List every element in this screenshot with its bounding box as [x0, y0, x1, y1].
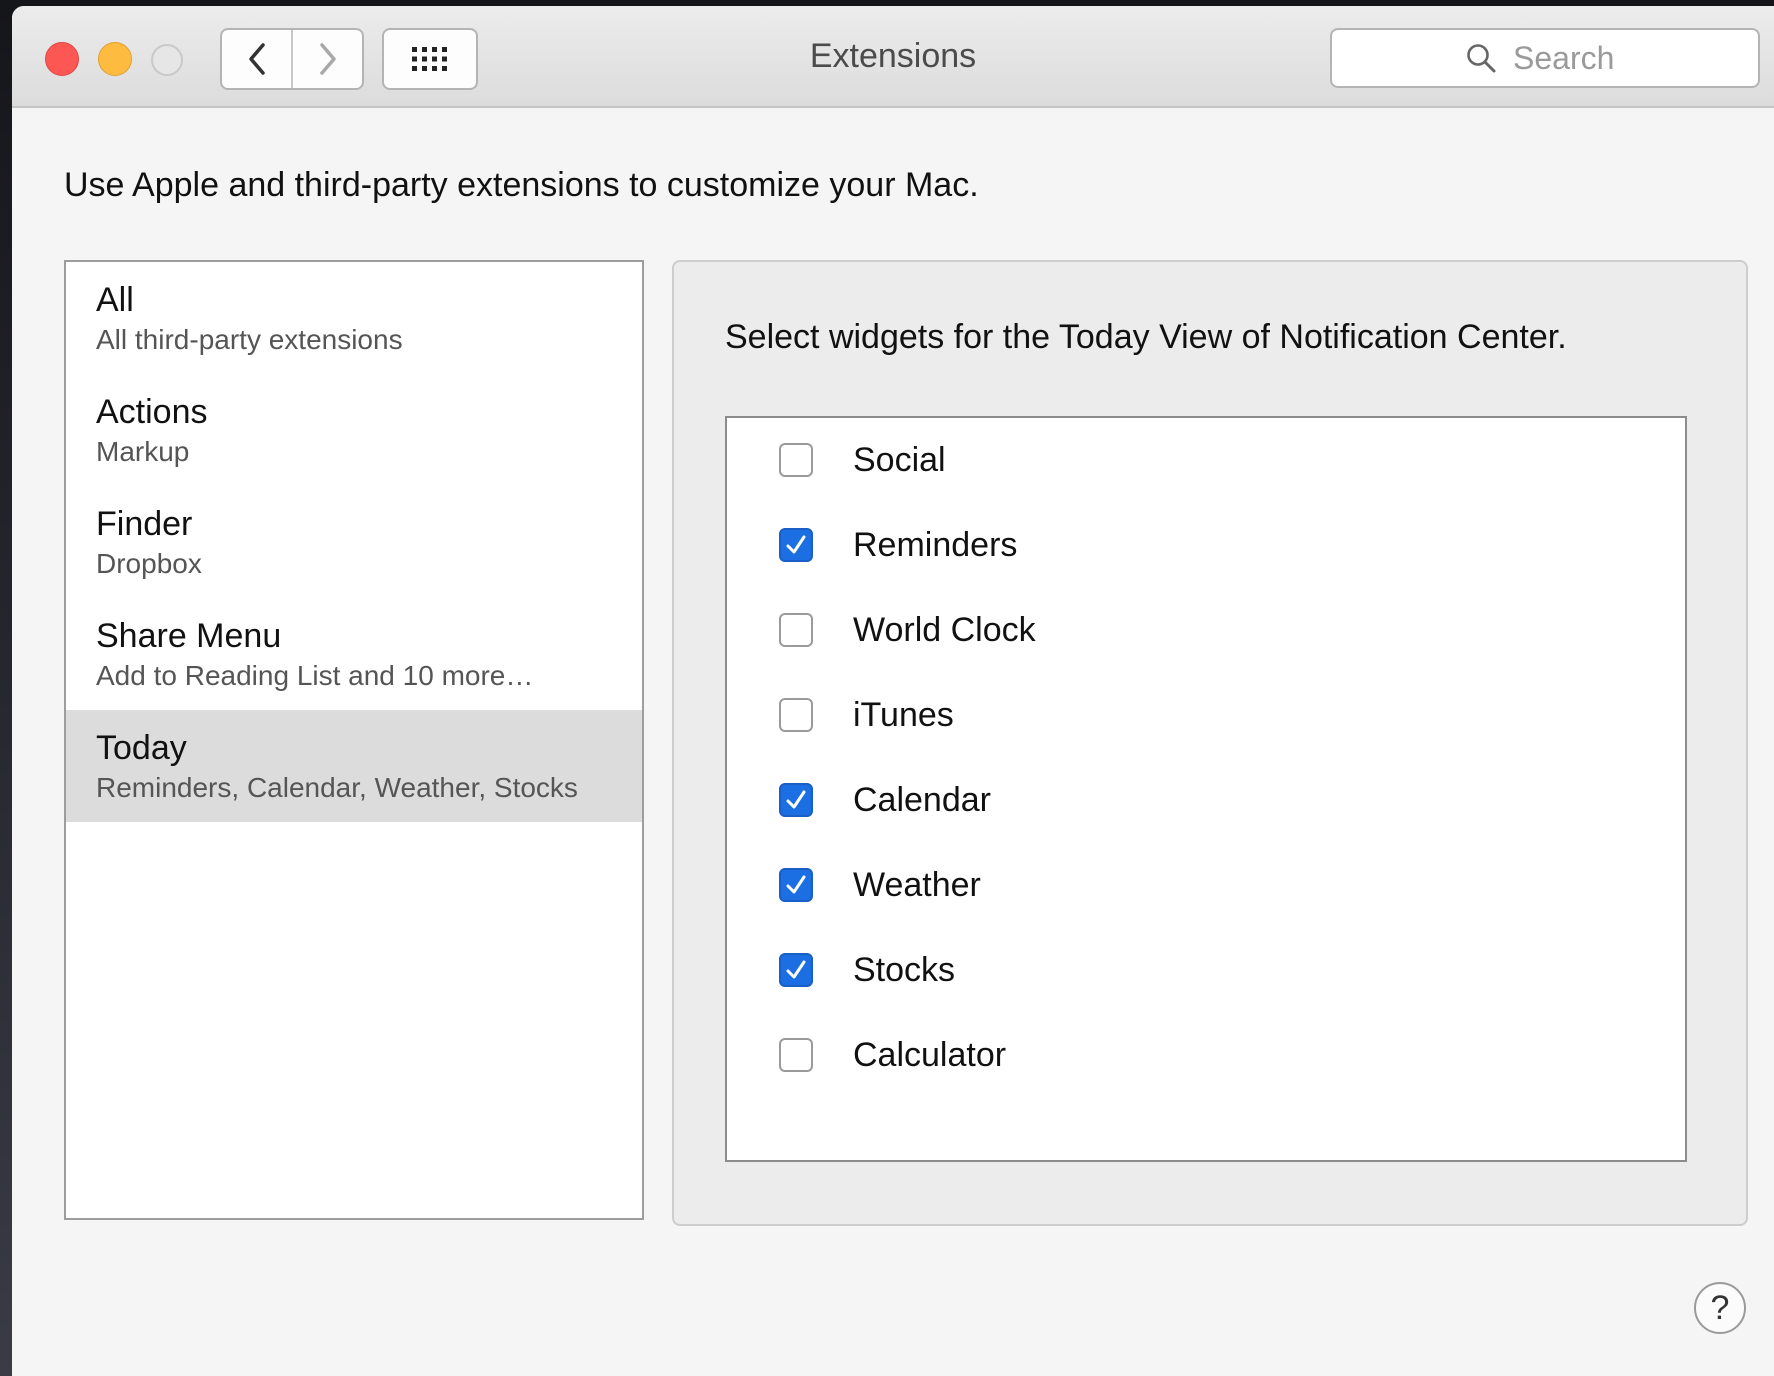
widget-checkbox[interactable]	[779, 953, 813, 987]
category-item-actions[interactable]: Actions Markup	[66, 374, 642, 486]
widget-label: Calculator	[853, 1035, 1007, 1074]
forward-button[interactable]	[291, 30, 362, 88]
close-window-button[interactable]	[45, 42, 79, 76]
widget-row-itunes[interactable]: iTunes	[779, 695, 954, 735]
widget-row-social[interactable]: Social	[779, 440, 946, 480]
category-subtitle: Markup	[96, 436, 190, 467]
widget-label: Weather	[853, 865, 981, 904]
extensions-window: Extensions Use Apple and third-party ext…	[12, 6, 1774, 1376]
widget-row-weather[interactable]: Weather	[779, 865, 981, 905]
widget-row-calculator[interactable]: Calculator	[779, 1035, 1006, 1075]
panel-heading: Select widgets for the Today View of Not…	[725, 318, 1567, 356]
show-all-grid-icon	[412, 47, 447, 71]
widget-checkbox[interactable]	[779, 528, 813, 562]
category-subtitle: Dropbox	[96, 548, 202, 579]
zoom-window-button[interactable]	[151, 44, 183, 76]
widget-row-stocks[interactable]: Stocks	[779, 950, 955, 990]
checkmark-icon	[786, 875, 806, 894]
navigation-buttons	[220, 28, 364, 90]
help-button[interactable]: ?	[1694, 1282, 1746, 1334]
widget-checkbox[interactable]	[779, 1038, 813, 1072]
category-title: All	[96, 281, 134, 319]
widget-label: Stocks	[853, 950, 956, 989]
widget-row-calendar[interactable]: Calendar	[779, 780, 991, 820]
widget-label: Reminders	[853, 525, 1018, 564]
category-item-all[interactable]: All All third-party extensions	[66, 262, 642, 374]
widget-checkbox[interactable]	[779, 443, 813, 477]
category-title: Actions	[96, 393, 208, 431]
widget-checkbox[interactable]	[779, 783, 813, 817]
title-bar: Extensions	[12, 6, 1774, 108]
search-field[interactable]	[1330, 28, 1760, 88]
search-icon	[1467, 44, 1496, 73]
widget-checkbox[interactable]	[779, 613, 813, 647]
widget-label: Calendar	[853, 780, 991, 819]
category-title: Today	[96, 729, 187, 767]
widget-label: iTunes	[853, 695, 954, 734]
widget-list: Social Reminders World Clock iTunes Cale…	[725, 416, 1687, 1162]
widget-row-world-clock[interactable]: World Clock	[779, 610, 1036, 650]
page-description: Use Apple and third-party extensions to …	[64, 166, 979, 204]
widget-checkbox[interactable]	[779, 698, 813, 732]
checkmark-icon	[786, 960, 806, 979]
extension-category-list: All All third-party extensions Actions M…	[64, 260, 644, 1220]
search-input[interactable]	[1511, 38, 1625, 78]
category-title: Share Menu	[96, 617, 282, 655]
widget-label: Social	[853, 440, 946, 479]
widget-label: World Clock	[853, 610, 1036, 649]
category-item-share-menu[interactable]: Share Menu Add to Reading List and 10 mo…	[66, 598, 642, 710]
category-title: Finder	[96, 505, 193, 543]
category-subtitle: Add to Reading List and 10 more…	[96, 660, 534, 691]
category-item-today[interactable]: Today Reminders, Calendar, Weather, Stoc…	[66, 710, 642, 822]
category-item-finder[interactable]: Finder Dropbox	[66, 486, 642, 598]
minimize-window-button[interactable]	[98, 42, 132, 76]
today-widgets-panel: Select widgets for the Today View of Not…	[672, 260, 1748, 1226]
chevron-left-icon	[248, 43, 265, 75]
checkmark-icon	[786, 535, 806, 554]
chevron-right-icon	[319, 43, 336, 75]
category-subtitle: All third-party extensions	[96, 324, 403, 355]
show-all-button[interactable]	[382, 28, 478, 90]
widget-checkbox[interactable]	[779, 868, 813, 902]
checkmark-icon	[786, 790, 806, 809]
category-subtitle: Reminders, Calendar, Weather, Stocks	[96, 772, 578, 803]
widget-row-reminders[interactable]: Reminders	[779, 525, 1017, 565]
back-button[interactable]	[222, 30, 291, 88]
